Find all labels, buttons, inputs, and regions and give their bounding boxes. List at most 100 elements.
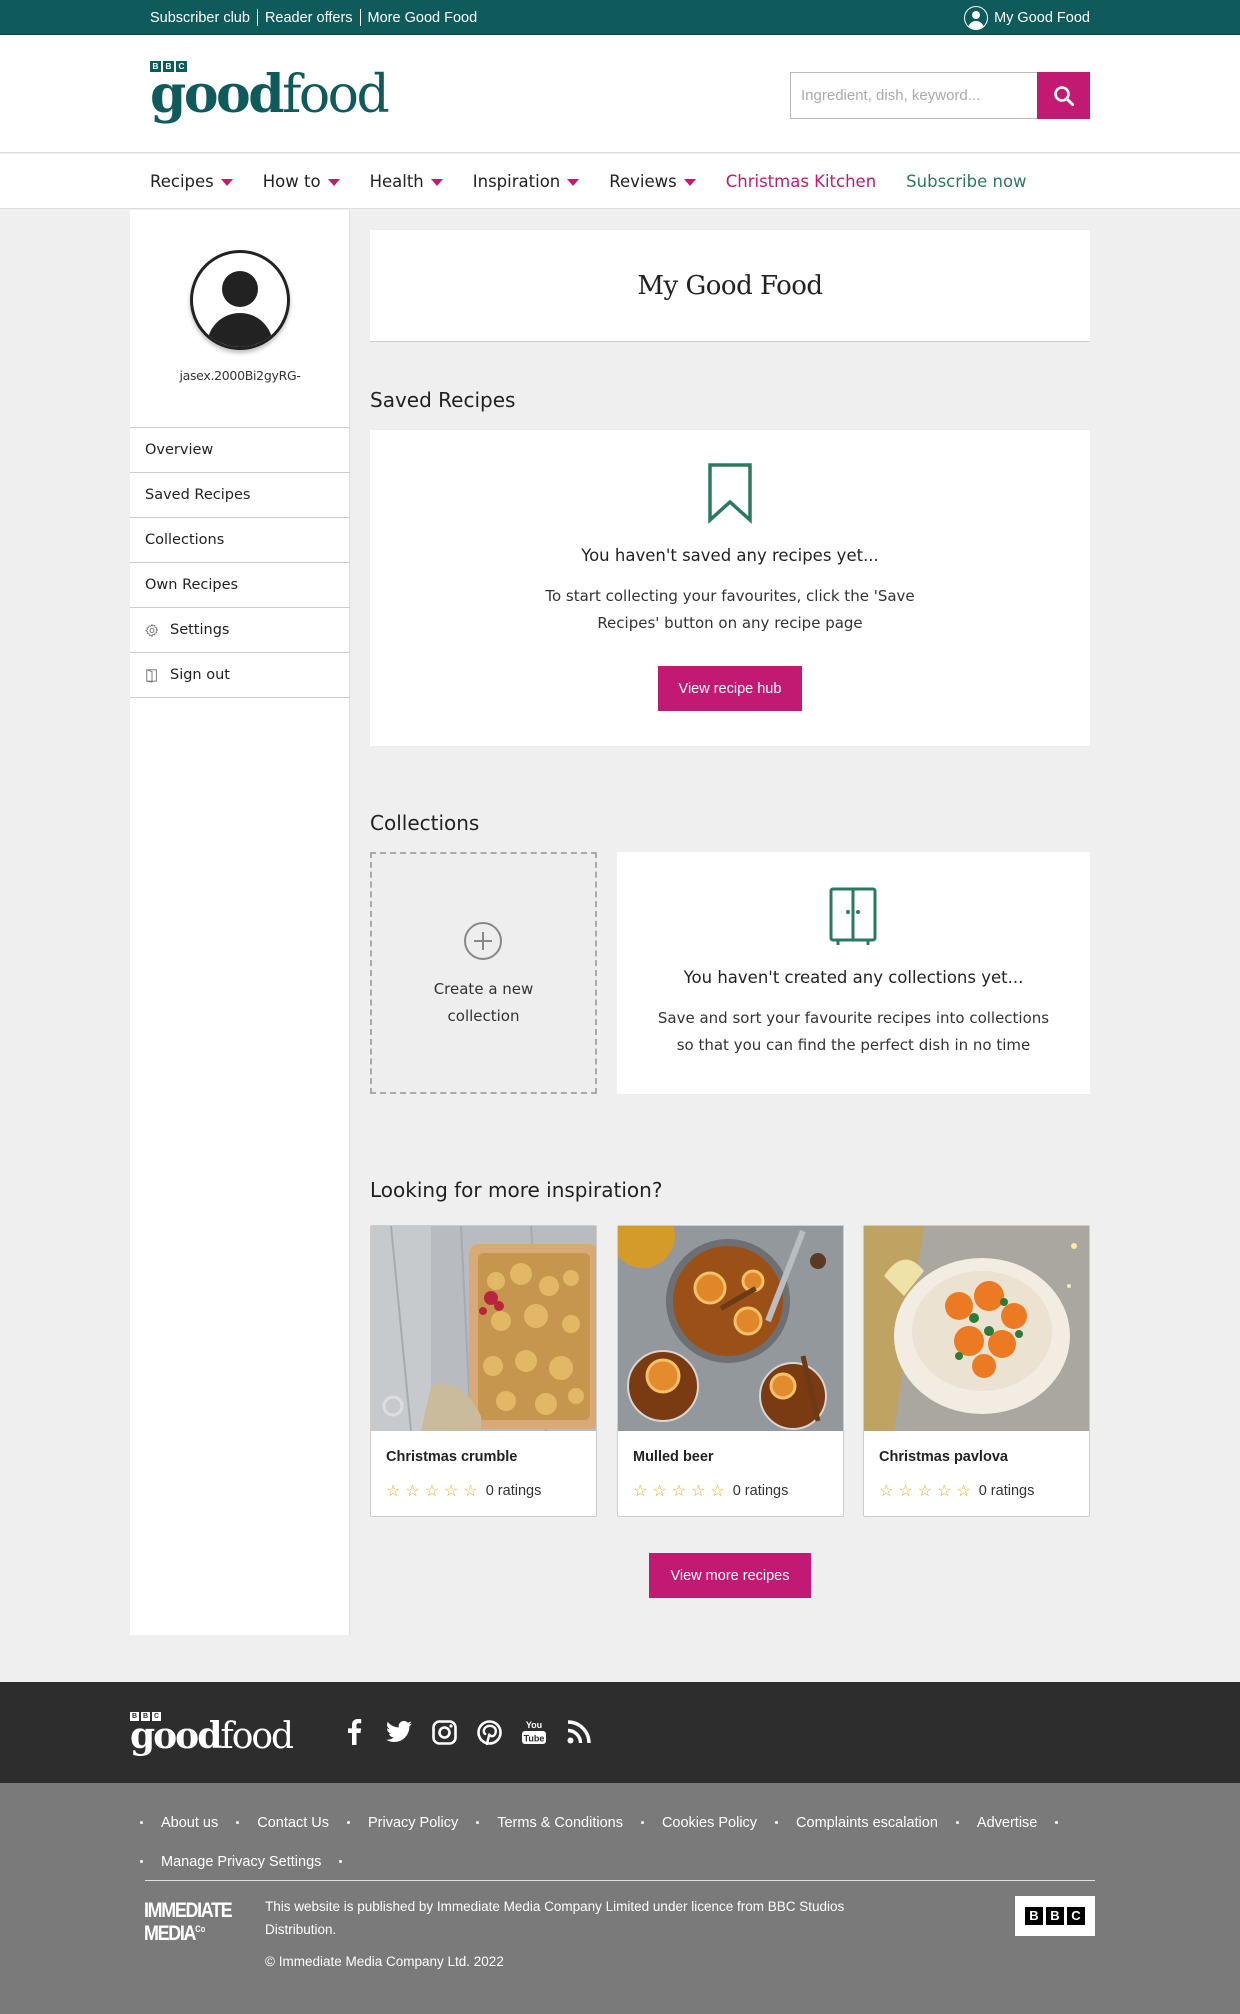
site-header: B B C goodfood [0, 35, 1240, 153]
subscriber-club-link[interactable]: Subscriber club [150, 10, 250, 26]
chevron-down-icon [567, 179, 580, 186]
footer-link-manage-privacy[interactable]: Manage Privacy Settings [140, 1842, 1062, 1881]
nav-how-to[interactable]: How to [263, 172, 340, 191]
social-links: You Tube [340, 1718, 593, 1746]
star-icon: ☆ [898, 1483, 913, 1500]
footer-link-label: Terms & Conditions [497, 1814, 623, 1831]
account-sidebar: jasex.2000Bi2gyRG- Overview Saved Recipe… [130, 210, 350, 1635]
collections-empty-line-1: Save and sort your favourite recipes int… [657, 1009, 1050, 1027]
sidebar-item-sign-out[interactable]: Sign out [130, 653, 350, 698]
sidebar-item-collections[interactable]: Collections [130, 518, 350, 563]
door-icon [145, 668, 159, 683]
create-collection-button[interactable]: Create a new collection [370, 852, 597, 1094]
chevron-down-icon [683, 179, 696, 186]
create-line-2: collection [447, 1007, 520, 1025]
bullet [1055, 1803, 1059, 1842]
top-utility-bar: Subscriber club Reader offers More Good … [0, 0, 1240, 35]
recipe-image-pavlova [864, 1226, 1089, 1431]
instagram-icon[interactable] [430, 1718, 458, 1746]
logo-good: good [150, 64, 285, 125]
sidebar-item-saved-recipes[interactable]: Saved Recipes [130, 473, 350, 518]
saved-empty-line-1: To start collecting your favourites, cli… [545, 587, 915, 605]
immediate-media-logo[interactable]: IMMEDIATE MEDIACo [144, 1899, 233, 1945]
bbc-logo[interactable]: B B C [1015, 1896, 1095, 1936]
publisher-line-2: MEDIA [144, 1922, 196, 1945]
footer-link-about-us[interactable]: About us [140, 1803, 218, 1842]
star-icon: ☆ [444, 1483, 459, 1500]
bbc-letter: C [1067, 1907, 1085, 1925]
sidebar-item-label: Saved Recipes [145, 487, 251, 503]
collections-empty-title: You haven't created any collections yet.… [683, 968, 1024, 987]
sidebar-item-label: Settings [170, 622, 230, 638]
reader-offers-link[interactable]: Reader offers [265, 10, 353, 26]
footer-link-privacy-policy[interactable]: Privacy Policy [346, 1803, 458, 1842]
nav-health[interactable]: Health [370, 172, 443, 191]
recipe-card[interactable]: Christmas pavlova ☆ ☆ ☆ ☆ ☆ 0 ratings [863, 1225, 1090, 1517]
more-good-food-link[interactable]: More Good Food [368, 10, 478, 26]
chevron-down-icon [220, 179, 233, 186]
avatar[interactable] [190, 250, 290, 350]
nav-christmas-kitchen[interactable]: Christmas Kitchen [726, 172, 876, 191]
footer-link-cookies-policy[interactable]: Cookies Policy [640, 1803, 757, 1842]
facebook-icon[interactable] [340, 1718, 368, 1746]
footer-link-complaints[interactable]: Complaints escalation [775, 1803, 938, 1842]
footer-link-terms[interactable]: Terms & Conditions [476, 1803, 623, 1842]
youtube-icon[interactable]: You Tube [520, 1718, 548, 1746]
sidebar-item-own-recipes[interactable]: Own Recipes [130, 563, 350, 608]
create-line-1: Create a new [433, 980, 534, 998]
star-icon: ☆ [917, 1483, 933, 1500]
recipe-card[interactable]: Mulled beer ☆ ☆ ☆ ☆ ☆ 0 ratings [617, 1225, 844, 1517]
nav-label: Christmas Kitchen [725, 172, 877, 191]
recipe-card[interactable]: Christmas crumble ☆ ☆ ☆ ☆ ☆ 0 ratings [370, 1225, 597, 1517]
view-recipe-hub-button[interactable]: View recipe hub [658, 666, 802, 711]
nav-reviews[interactable]: Reviews [609, 172, 696, 191]
nav-label: Subscribe now [906, 172, 1027, 191]
account-menu: Overview Saved Recipes Collections Own R… [130, 427, 350, 698]
twitter-icon[interactable] [385, 1718, 413, 1746]
nav-inspiration[interactable]: Inspiration [472, 172, 580, 191]
cupboard-icon [829, 887, 877, 945]
footer-link-label: Manage Privacy Settings [161, 1853, 322, 1870]
star-icon: ☆ [956, 1483, 971, 1500]
search-input[interactable] [790, 72, 1037, 119]
bullet [476, 1821, 480, 1824]
publisher-line-1: IMMEDIATE [144, 1899, 233, 1922]
sidebar-item-settings[interactable]: Settings [130, 608, 350, 653]
sidebar-item-overview[interactable]: Overview [130, 428, 350, 473]
licence-text: This website is published by Immediate M… [265, 1899, 845, 1937]
pinterest-icon[interactable] [475, 1718, 503, 1746]
recipe-image-mulled-beer [618, 1226, 843, 1431]
search-button[interactable] [1037, 72, 1090, 119]
footer-logo[interactable]: B B C goodfood [130, 1712, 294, 1757]
gear-icon [145, 623, 159, 638]
footer-link-contact-us[interactable]: Contact Us [236, 1803, 329, 1842]
plus-circle-icon [464, 922, 502, 960]
bbc-letter: B [1025, 1907, 1043, 1925]
rating-count: 0 ratings [485, 1483, 542, 1499]
search-bar [790, 72, 1090, 119]
star-rating: ☆ ☆ ☆ ☆ ☆ 0 ratings [879, 1481, 1034, 1501]
svg-text:Tube: Tube [524, 1734, 545, 1744]
utility-links: Subscriber club Reader offers More Good … [150, 0, 477, 35]
collections-heading: Collections [370, 811, 480, 835]
good-food-logo[interactable]: B B C goodfood [150, 61, 390, 125]
nav-label: How to [262, 172, 321, 191]
my-good-food-account-link[interactable]: My Good Food [964, 0, 1090, 35]
divider [256, 9, 258, 26]
view-more-recipes-button[interactable]: View more recipes [649, 1553, 811, 1598]
star-icon: ☆ [671, 1483, 687, 1500]
chevron-down-icon [430, 179, 443, 186]
bullet [140, 1821, 143, 1824]
bullet [955, 1821, 959, 1824]
nav-label: Inspiration [472, 172, 561, 191]
nav-subscribe-now[interactable]: Subscribe now [906, 172, 1026, 191]
footer-link-label: About us [161, 1814, 219, 1831]
nav-recipes[interactable]: Recipes [150, 172, 233, 191]
recipe-image-crumble [371, 1226, 596, 1431]
recipe-name: Christmas pavlova [879, 1449, 1008, 1465]
footer-link-advertise[interactable]: Advertise [955, 1803, 1037, 1842]
bullet [236, 1821, 240, 1824]
saved-recipes-empty-card: You haven't saved any recipes yet... To … [370, 430, 1090, 746]
nav-label: Recipes [150, 172, 214, 191]
rss-icon[interactable] [565, 1718, 593, 1746]
